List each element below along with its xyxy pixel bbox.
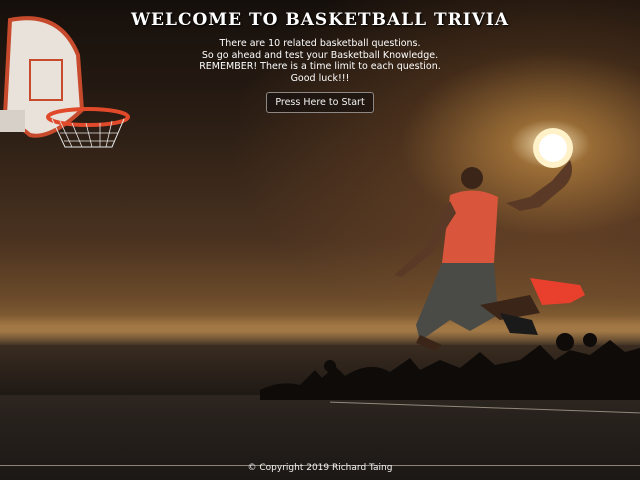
copyright-footer: © Copyright 2019 Richard Taing xyxy=(247,463,393,473)
page-title: WELCOME TO BASKETBALL TRIVIA xyxy=(130,10,510,30)
player-figure xyxy=(394,160,585,351)
intro-line-4: Good luck!!! xyxy=(290,72,350,84)
court-line xyxy=(330,401,640,414)
intro-line-2: So go ahead and test your Basketball Kno… xyxy=(201,49,439,61)
welcome-header: WELCOME TO BASKETBALL TRIVIA There are 1… xyxy=(0,10,640,113)
intro-line-1: There are 10 related basketball question… xyxy=(219,38,421,49)
intro-line-3: REMEMBER! There is a time limit to each … xyxy=(199,61,441,72)
start-button[interactable]: Press Here to Start xyxy=(266,92,374,113)
